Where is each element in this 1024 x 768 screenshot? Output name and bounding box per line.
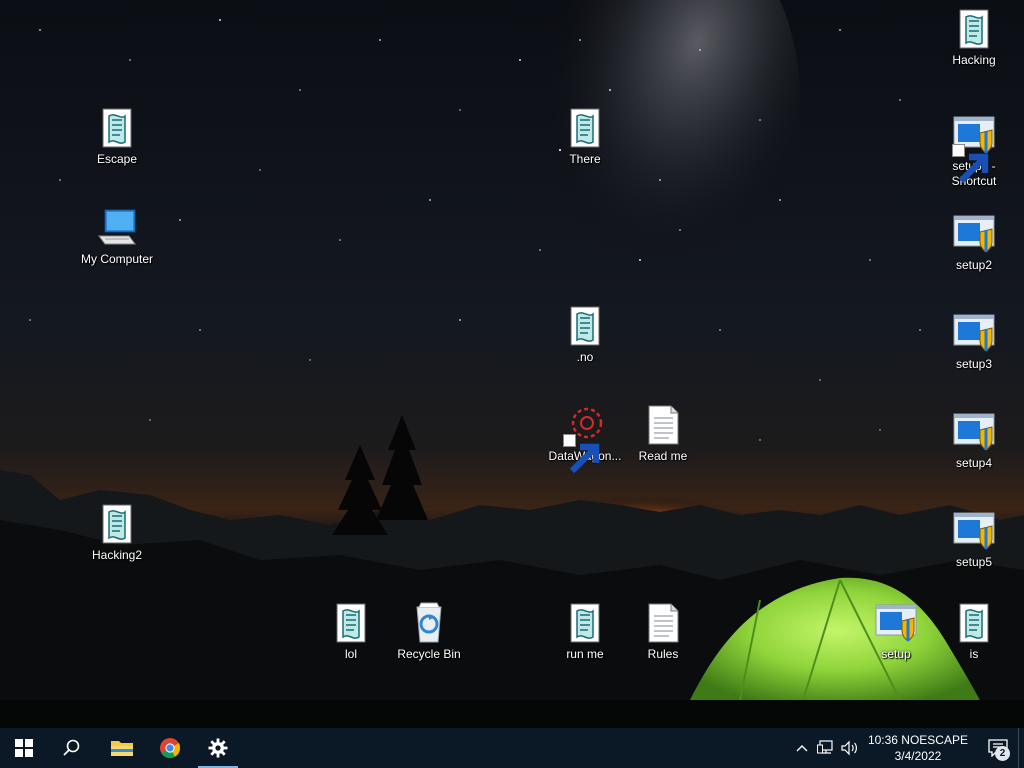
shortcut-arrow-icon xyxy=(952,144,989,184)
volume-icon xyxy=(841,740,857,756)
desktop-icon-rules[interactable]: Rules xyxy=(625,601,701,662)
desktop-icon-label: run me xyxy=(566,647,604,661)
desktop-icon-read-me[interactable]: Read me xyxy=(625,403,701,464)
desktop-icon-label: Read me xyxy=(638,449,688,463)
taskbar-spacer xyxy=(242,728,790,768)
search-icon xyxy=(63,739,80,756)
desktop-icon-setup5[interactable]: setup5 xyxy=(936,509,1012,570)
network-icon xyxy=(816,740,833,754)
settings-button[interactable] xyxy=(194,728,242,768)
chrome-button[interactable] xyxy=(146,728,194,768)
desktop-icon-label: setup xyxy=(881,647,911,661)
desktop-icon-label: Recycle Bin xyxy=(397,647,461,661)
text-document-icon xyxy=(641,601,685,645)
desktop-icon-label: setup2 xyxy=(955,258,993,272)
desktop-icon-label: My Computer xyxy=(80,252,154,266)
installer-icon xyxy=(874,601,918,645)
script-file-icon xyxy=(563,106,607,150)
gear-icon xyxy=(208,738,228,758)
installer-icon xyxy=(952,212,996,256)
desktop-icon-label: Hacking2 xyxy=(91,548,143,562)
script-file-icon xyxy=(952,601,996,645)
datawagon-app-icon xyxy=(563,403,607,474)
windows-logo-icon xyxy=(15,739,33,757)
recycle-bin-icon xyxy=(407,601,451,645)
shortcut-arrow-icon xyxy=(563,434,600,474)
volume-button[interactable] xyxy=(838,728,862,768)
installer-icon xyxy=(952,410,996,454)
desktop-icon-label: Escape xyxy=(96,152,138,166)
taskbar: 10:36 NOESCAPE 3/4/2022 2 xyxy=(0,728,1024,768)
desktop-icon-hacking[interactable]: Hacking xyxy=(936,7,1012,68)
network-button[interactable] xyxy=(814,728,838,768)
notification-count-badge: 2 xyxy=(995,746,1010,761)
chrome-icon xyxy=(160,738,181,759)
start-button[interactable] xyxy=(0,728,48,768)
desktop-icon-label: Rules xyxy=(647,647,679,661)
show-desktop-button[interactable] xyxy=(1018,728,1024,768)
desktop-icon-escape[interactable]: Escape xyxy=(79,106,155,167)
desktop-icon-label: setup4 xyxy=(955,456,993,470)
installer-icon xyxy=(952,113,996,184)
desktop-icon-recycle-bin[interactable]: Recycle Bin xyxy=(391,601,467,662)
clock-time: 10:36 NOESCAPE xyxy=(867,733,968,747)
chevron-up-icon xyxy=(796,745,808,752)
desktop-icon-run-me[interactable]: run me xyxy=(547,601,623,662)
file-explorer-button[interactable] xyxy=(98,728,146,768)
desktop-icon-my-computer[interactable]: My Computer xyxy=(79,206,155,267)
script-file-icon xyxy=(563,601,607,645)
desktop-icon-setup4[interactable]: setup4 xyxy=(936,410,1012,471)
desktop-icon-label: Hacking xyxy=(952,53,996,67)
desktop-icon-datawagon[interactable]: DataWagon... xyxy=(547,403,623,474)
desktop-icon-label: .no xyxy=(576,350,594,364)
script-file-icon xyxy=(563,304,607,348)
script-file-icon xyxy=(329,601,373,645)
installer-icon xyxy=(952,509,996,553)
desktop-icon-setup2[interactable]: setup2 xyxy=(936,212,1012,273)
folder-icon xyxy=(111,741,133,756)
script-file-icon xyxy=(952,7,996,51)
computer-icon xyxy=(95,206,139,250)
desktop-icon-label: There xyxy=(569,152,601,166)
desktop-icon-setup3[interactable]: setup3 xyxy=(936,311,1012,372)
desktop-icon-there[interactable]: There xyxy=(547,106,623,167)
desktop-icon-label: setup3 xyxy=(955,357,993,371)
search-button[interactable] xyxy=(48,728,96,768)
script-file-icon xyxy=(95,502,139,546)
desktop-icon-label: setup5 xyxy=(955,555,993,569)
desktop-icon-label: is xyxy=(969,647,979,661)
clock-date: 3/4/2022 xyxy=(894,749,942,763)
show-hidden-icons-button[interactable] xyxy=(790,728,814,768)
script-file-icon xyxy=(95,106,139,150)
text-document-icon xyxy=(641,403,685,447)
clock[interactable]: 10:36 NOESCAPE 3/4/2022 xyxy=(862,728,978,768)
installer-icon xyxy=(952,311,996,355)
desktop-icon-setup2-shortcut[interactable]: setup2 - Shortcut xyxy=(936,113,1012,189)
action-center-button[interactable]: 2 xyxy=(978,728,1018,768)
system-tray: 10:36 NOESCAPE 3/4/2022 2 xyxy=(790,728,1024,768)
desktop-icon-label: lol xyxy=(344,647,357,661)
desktop-icon-hacking2[interactable]: Hacking2 xyxy=(79,502,155,563)
desktop-icon-no[interactable]: .no xyxy=(547,304,623,365)
desktop-icon-lol[interactable]: lol xyxy=(313,601,389,662)
desktop-icon-is[interactable]: is xyxy=(936,601,1012,662)
desktop-icon-setup[interactable]: setup xyxy=(858,601,934,662)
